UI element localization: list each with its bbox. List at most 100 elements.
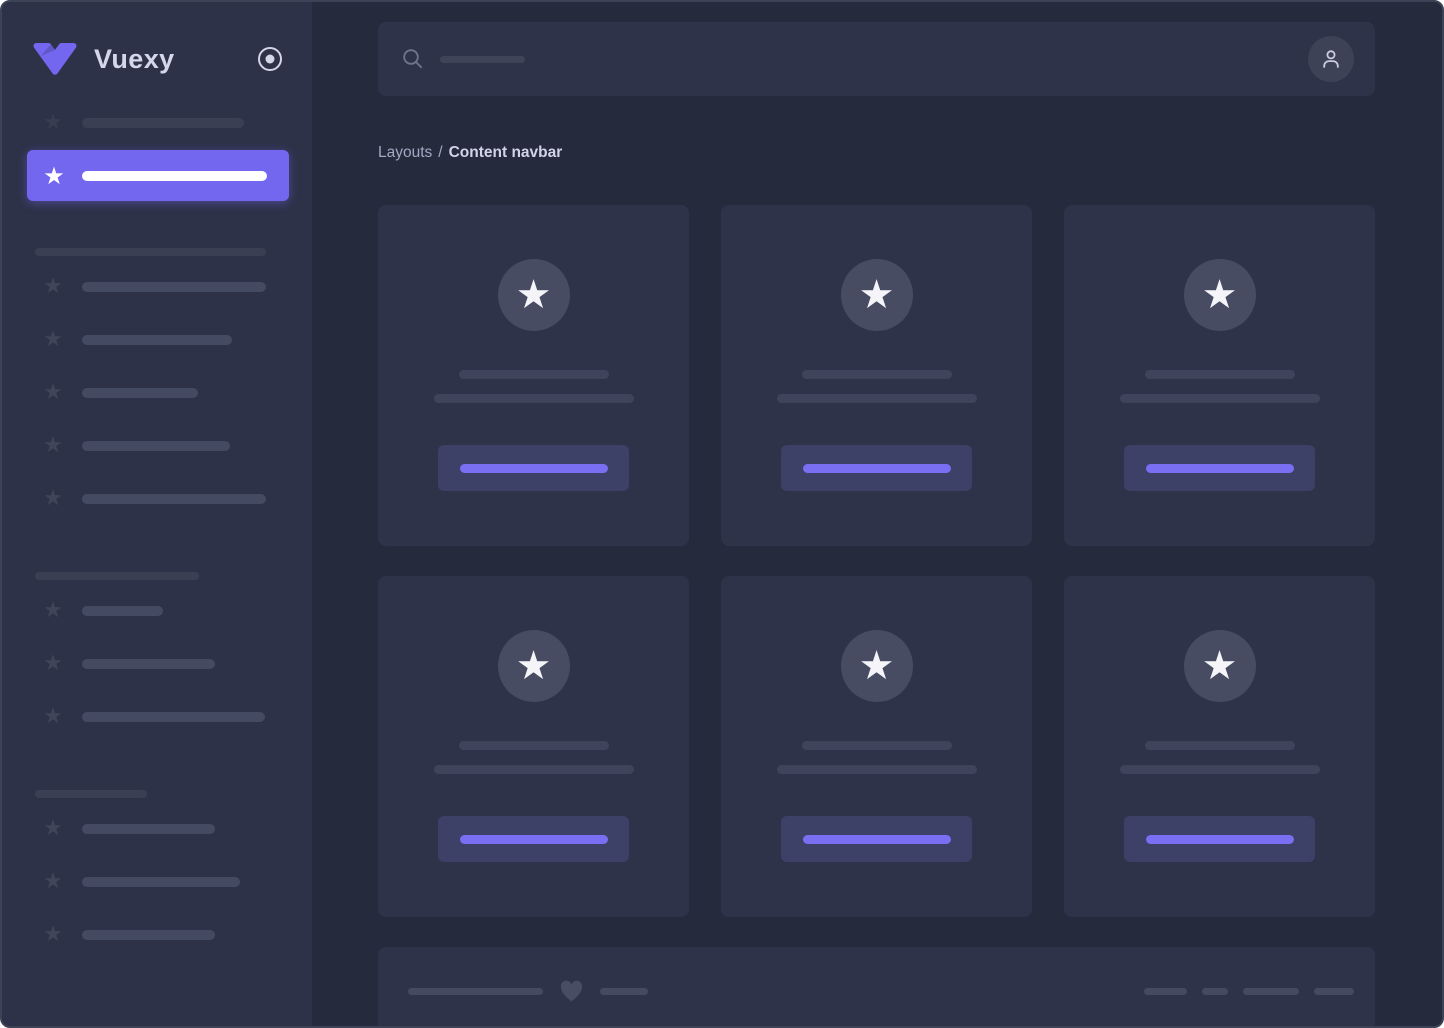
card-button[interactable]	[1124, 445, 1315, 491]
button-label-skeleton	[803, 464, 951, 473]
sidebar-nav: ★ ★ ★ ★ ★ ★	[2, 112, 312, 946]
sidebar-section: ★ ★ ★	[2, 572, 312, 728]
footer-link-skeleton	[1202, 988, 1228, 995]
footer	[378, 947, 1375, 1028]
sidebar-item[interactable]: ★	[2, 706, 312, 728]
sidebar-section: ★ ★ ★	[2, 790, 312, 946]
card-button[interactable]	[438, 816, 629, 862]
card-avatar: ★	[841, 259, 913, 331]
menu-label-skeleton	[82, 712, 265, 722]
button-label-skeleton	[1146, 464, 1294, 473]
card-avatar: ★	[1184, 259, 1256, 331]
user-avatar[interactable]	[1308, 36, 1354, 82]
card-subtitle-skeleton	[434, 765, 634, 774]
menu-label-skeleton	[82, 388, 198, 398]
app-title: Vuexy	[94, 44, 257, 75]
star-icon: ★	[42, 276, 64, 298]
placeholder-card: ★	[378, 576, 689, 917]
section-header-skeleton	[35, 572, 199, 580]
star-icon: ★	[42, 924, 64, 946]
card-button[interactable]	[1124, 816, 1315, 862]
sidebar-header: Vuexy	[2, 42, 312, 76]
menu-label-skeleton	[82, 335, 232, 345]
app-window: Vuexy ★ ★ ★	[0, 0, 1444, 1028]
top-navbar	[378, 22, 1375, 96]
card-title-skeleton	[459, 741, 609, 750]
sidebar-item[interactable]: ★	[2, 600, 312, 622]
menu-label-skeleton	[82, 877, 240, 887]
card-subtitle-skeleton	[1120, 394, 1320, 403]
breadcrumb: Layouts / Content navbar	[378, 144, 1375, 161]
placeholder-card: ★	[721, 576, 1032, 917]
breadcrumb-parent[interactable]: Layouts	[378, 144, 432, 161]
search-placeholder-skeleton	[440, 56, 525, 63]
card-button[interactable]	[781, 816, 972, 862]
star-icon: ★	[859, 275, 895, 315]
radio-dot-icon[interactable]	[257, 46, 283, 72]
sidebar-item[interactable]: ★	[2, 924, 312, 946]
breadcrumb-separator: /	[438, 144, 442, 161]
star-icon: ★	[859, 646, 895, 686]
button-label-skeleton	[1146, 835, 1294, 844]
star-icon: ★	[516, 646, 552, 686]
star-icon: ★	[42, 706, 64, 728]
section-header-skeleton	[35, 790, 147, 798]
card-avatar: ★	[498, 630, 570, 702]
breadcrumb-current: Content navbar	[449, 144, 563, 161]
sidebar-sections: ★ ★ ★ ★ ★ ★	[2, 248, 312, 946]
card-title-skeleton	[1145, 370, 1295, 379]
card-title-skeleton	[1145, 741, 1295, 750]
card-button[interactable]	[438, 445, 629, 491]
heart-icon	[559, 979, 584, 1003]
sidebar-item[interactable]: ★	[2, 329, 312, 351]
star-icon: ★	[516, 275, 552, 315]
star-icon: ★	[42, 488, 64, 510]
card-avatar: ★	[841, 630, 913, 702]
card-subtitle-skeleton	[777, 765, 977, 774]
footer-link-skeleton	[1243, 988, 1299, 995]
footer-left	[408, 979, 648, 1003]
sidebar-item[interactable]: ★	[2, 488, 312, 510]
star-icon: ★	[42, 653, 64, 675]
card-title-skeleton	[802, 370, 952, 379]
button-label-skeleton	[460, 835, 608, 844]
footer-right	[1144, 988, 1354, 995]
card-button[interactable]	[781, 445, 972, 491]
footer-link-skeleton	[1144, 988, 1187, 995]
placeholder-card: ★	[1064, 205, 1375, 546]
sidebar-item[interactable]: ★	[2, 382, 312, 404]
placeholder-card: ★	[378, 205, 689, 546]
sidebar-item[interactable]: ★	[2, 276, 312, 298]
card-title-skeleton	[802, 741, 952, 750]
card-subtitle-skeleton	[1120, 765, 1320, 774]
star-icon: ★	[42, 382, 64, 404]
card-subtitle-skeleton	[434, 394, 634, 403]
star-icon: ★	[42, 164, 66, 188]
section-header-skeleton	[35, 248, 266, 256]
star-icon: ★	[42, 329, 64, 351]
star-icon: ★	[42, 435, 64, 457]
search-input[interactable]	[402, 22, 1308, 96]
sidebar-section: ★ ★ ★ ★ ★	[2, 248, 312, 510]
user-icon	[1319, 47, 1343, 71]
sidebar-item-active[interactable]: ★	[27, 150, 289, 201]
footer-text-skeleton	[600, 988, 648, 995]
menu-label-skeleton	[82, 824, 215, 834]
menu-label-skeleton	[82, 494, 266, 504]
sidebar-item[interactable]: ★	[2, 112, 312, 134]
star-icon: ★	[42, 600, 64, 622]
button-label-skeleton	[460, 464, 608, 473]
sidebar-item[interactable]: ★	[2, 653, 312, 675]
menu-label-skeleton	[82, 930, 215, 940]
star-icon: ★	[1202, 275, 1238, 315]
menu-label-skeleton	[82, 606, 163, 616]
placeholder-card: ★	[1064, 576, 1375, 917]
star-icon: ★	[1202, 646, 1238, 686]
card-title-skeleton	[459, 370, 609, 379]
button-label-skeleton	[803, 835, 951, 844]
sidebar-item[interactable]: ★	[2, 871, 312, 893]
card-avatar: ★	[498, 259, 570, 331]
search-icon	[402, 48, 424, 70]
sidebar-item[interactable]: ★	[2, 435, 312, 457]
sidebar-item[interactable]: ★	[2, 818, 312, 840]
